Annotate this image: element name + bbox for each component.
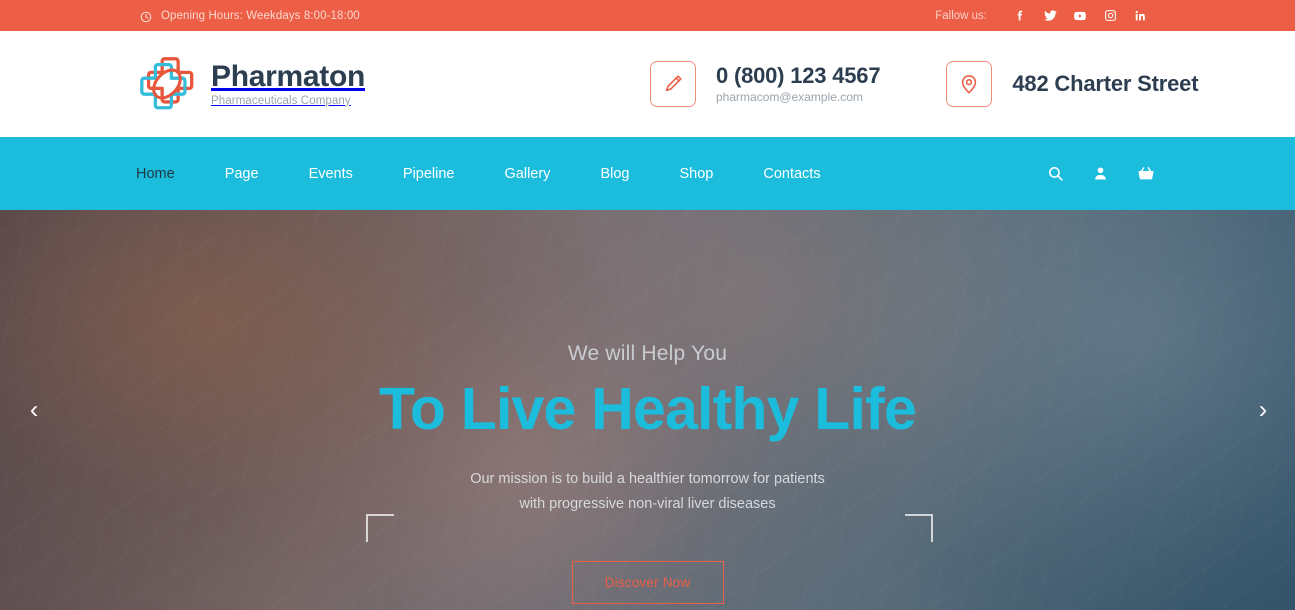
nav-item-gallery[interactable]: Gallery <box>505 166 581 182</box>
hero-title: To Live Healthy Life <box>379 376 917 442</box>
nav-item-shop[interactable]: Shop <box>679 166 743 182</box>
discover-now-button[interactable]: Discover Now <box>571 560 724 604</box>
nav-utility-icons <box>1047 165 1155 183</box>
nav-list: Home Page Events Pipeline Gallery Blog S… <box>136 166 821 182</box>
street-address: 482 Charter Street <box>1012 71 1199 96</box>
logo-title: Pharmaton <box>211 60 365 94</box>
address-contact-block: 482 Charter Street <box>946 61 1199 107</box>
clock-icon <box>140 10 152 22</box>
search-icon[interactable] <box>1047 165 1064 182</box>
hero-description-line-1: Our mission is to build a healthier tomo… <box>470 471 825 488</box>
hero-content: We will Help You To Live Healthy Life Ou… <box>0 210 1295 610</box>
nav-item-pipeline[interactable]: Pipeline <box>403 166 485 182</box>
social-links: Fallow us: <box>935 8 1155 23</box>
logo-subtitle: Pharmaceuticals Company <box>211 94 351 107</box>
phone-number[interactable]: 0 (800) 123 4567 <box>716 63 881 88</box>
opening-hours-block: Opening Hours: Weekdays 8:00-18:00 <box>140 10 360 22</box>
nav-item-contacts[interactable]: Contacts <box>763 166 820 182</box>
facebook-icon[interactable] <box>1005 9 1035 22</box>
site-header: Pharmaton Pharmaceuticals Company 0 (800… <box>0 31 1295 137</box>
slider-next-arrow-icon[interactable]: › <box>1249 397 1277 423</box>
nav-item-page[interactable]: Page <box>225 166 289 182</box>
map-pin-icon <box>946 61 993 107</box>
hero-pretitle: We will Help You <box>567 342 728 365</box>
youtube-icon[interactable] <box>1065 9 1095 23</box>
nav-item-blog[interactable]: Blog <box>600 166 659 182</box>
phone-contact-block: 0 (800) 123 4567 pharmacom@example.com <box>650 61 881 107</box>
main-navigation: Home Page Events Pipeline Gallery Blog S… <box>0 137 1295 210</box>
hero-slider: We will Help You To Live Healthy Life Ou… <box>0 210 1295 610</box>
nav-item-events[interactable]: Events <box>309 166 383 182</box>
instagram-icon[interactable] <box>1095 9 1125 22</box>
twitter-icon[interactable] <box>1035 8 1065 23</box>
user-icon[interactable] <box>1092 165 1109 182</box>
email-address[interactable]: pharmacom@example.com <box>716 90 880 104</box>
top-bar: Opening Hours: Weekdays 8:00-18:00 Fallo… <box>0 0 1295 31</box>
site-logo[interactable]: Pharmaton Pharmaceuticals Company <box>136 53 365 115</box>
hero-description: Our mission is to build a healthier tomo… <box>470 467 825 517</box>
nav-item-home[interactable]: Home <box>136 166 205 182</box>
basket-icon[interactable] <box>1137 165 1155 183</box>
pharmaton-cross-logo-icon <box>136 53 198 115</box>
pencil-icon <box>650 61 696 107</box>
slider-prev-arrow-icon[interactable]: ‹ <box>20 397 48 423</box>
follow-us-label: Fallow us: <box>935 9 987 22</box>
hero-description-line-2: with progressive non-viral liver disease… <box>519 496 776 513</box>
linkedin-icon[interactable] <box>1125 9 1155 22</box>
opening-hours-text: Opening Hours: Weekdays 8:00-18:00 <box>161 9 360 22</box>
